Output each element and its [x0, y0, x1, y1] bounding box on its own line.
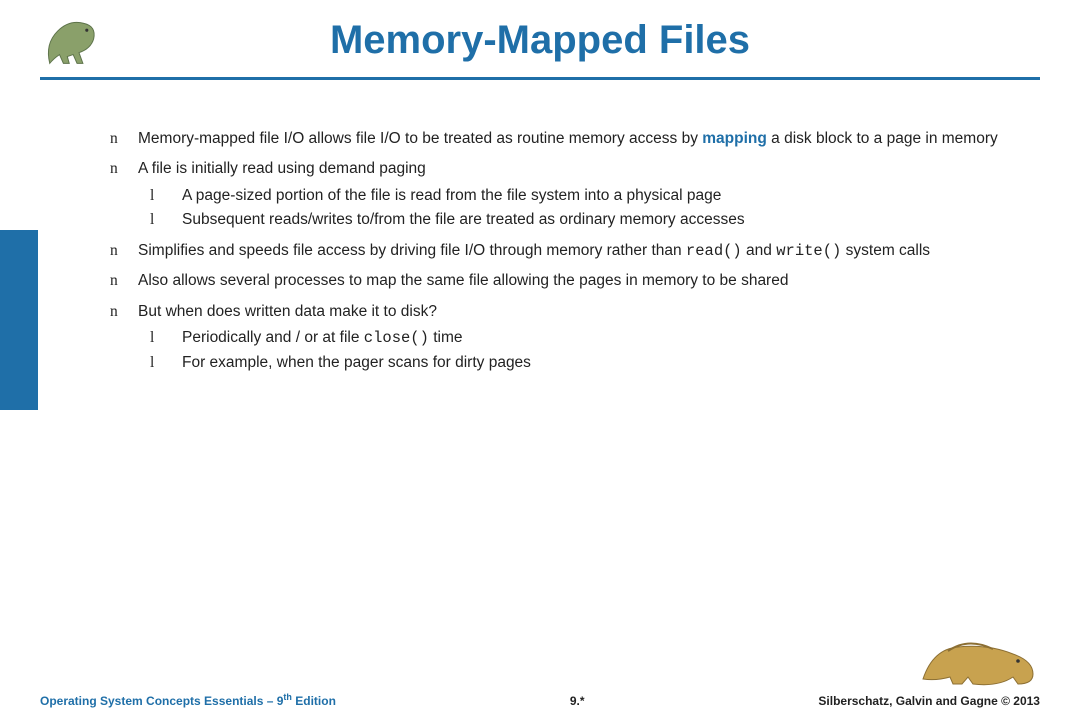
- slide: Memory-Mapped Files n Memory-mapped file…: [0, 0, 1080, 720]
- bullet-l1: n Simplifies and speeds file access by d…: [110, 240, 1040, 262]
- text-span: Edition: [292, 694, 336, 708]
- bullet-text: Subsequent reads/writes to/from the file…: [182, 209, 1040, 231]
- keyword: mapping: [702, 130, 767, 147]
- bullet-l1: n But when does written data make it to …: [110, 301, 1040, 323]
- bullet-marker: l: [150, 209, 182, 231]
- bullet-text: But when does written data make it to di…: [138, 301, 1040, 323]
- bullet-marker: n: [110, 240, 138, 262]
- text-span: a disk block to a page in memory: [767, 130, 998, 147]
- text-span: Memory-mapped file I/O allows file I/O t…: [138, 130, 702, 147]
- superscript: th: [283, 692, 292, 702]
- slide-body: n Memory-mapped file I/O allows file I/O…: [110, 120, 1040, 376]
- bullet-text: Also allows several processes to map the…: [138, 270, 1040, 292]
- text-span: Simplifies and speeds file access by dri…: [138, 242, 686, 259]
- text-span: Operating System Concepts Essentials – 9: [40, 694, 283, 708]
- code-span: close(): [364, 329, 429, 347]
- bullet-l2: l Periodically and / or at file close() …: [150, 327, 1040, 349]
- code-span: read(): [686, 242, 742, 260]
- code-span: write(): [776, 242, 841, 260]
- bullet-marker: l: [150, 327, 182, 349]
- bullet-l1: n Memory-mapped file I/O allows file I/O…: [110, 128, 1040, 150]
- bullet-l1: n A file is initially read using demand …: [110, 158, 1040, 180]
- dinosaur-icon: [918, 628, 1038, 690]
- footer-copyright: Silberschatz, Galvin and Gagne © 2013: [818, 694, 1040, 708]
- slide-header: Memory-Mapped Files: [40, 18, 1040, 80]
- slide-footer: Operating System Concepts Essentials – 9…: [40, 692, 1040, 708]
- bullet-marker: l: [150, 185, 182, 207]
- bullet-text: A page-sized portion of the file is read…: [182, 185, 1040, 207]
- title-rule: [40, 77, 1040, 80]
- slide-title: Memory-Mapped Files: [40, 18, 1040, 73]
- footer-left: Operating System Concepts Essentials – 9…: [40, 692, 336, 708]
- bullet-l2: l Subsequent reads/writes to/from the fi…: [150, 209, 1040, 231]
- bullet-marker: n: [110, 128, 138, 150]
- bullet-marker: n: [110, 270, 138, 292]
- bullet-marker: l: [150, 352, 182, 374]
- bullet-marker: n: [110, 301, 138, 323]
- bullet-l2: l A page-sized portion of the file is re…: [150, 185, 1040, 207]
- bullet-text: Memory-mapped file I/O allows file I/O t…: [138, 128, 1040, 150]
- footer-page-number: 9.*: [570, 694, 585, 708]
- bullet-text: For example, when the pager scans for di…: [182, 352, 1040, 374]
- bullet-text: Periodically and / or at file close() ti…: [182, 327, 1040, 349]
- bullet-l2: l For example, when the pager scans for …: [150, 352, 1040, 374]
- text-span: time: [429, 329, 463, 346]
- bullet-marker: n: [110, 158, 138, 180]
- bullet-l1: n Also allows several processes to map t…: [110, 270, 1040, 292]
- text-span: Periodically and / or at file: [182, 329, 364, 346]
- text-span: and: [742, 242, 776, 259]
- bullet-text: A file is initially read using demand pa…: [138, 158, 1040, 180]
- bullet-text: Simplifies and speeds file access by dri…: [138, 240, 1040, 262]
- side-accent-bar: [0, 230, 38, 410]
- text-span: system calls: [841, 242, 930, 259]
